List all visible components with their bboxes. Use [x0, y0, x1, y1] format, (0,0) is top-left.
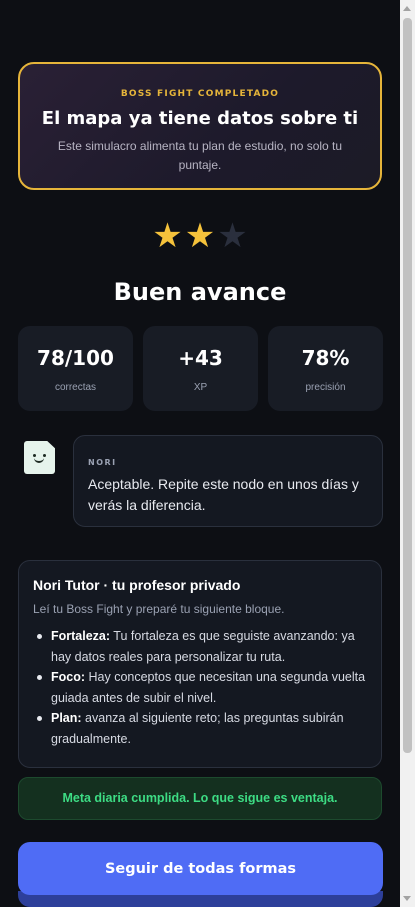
continue-button[interactable]: Seguir de todas formas	[18, 842, 383, 895]
tutor-item-focus: Foco: Hay conceptos que necesitan una se…	[33, 667, 367, 708]
tutor-title: Nori Tutor · tu profesor privado	[33, 577, 241, 593]
tutor-item-label: Fortaleza:	[51, 629, 111, 643]
stat-card-precision: 78% precisión	[268, 326, 383, 411]
tutor-item-plan: Plan: avanza al siguiente reto; las preg…	[33, 708, 367, 749]
nori-message: Aceptable. Repite este nodo en unos días…	[88, 476, 359, 513]
scrollbar-thumb[interactable]	[403, 18, 412, 753]
banner-kicker: BOSS FIGHT COMPLETADO	[120, 89, 280, 99]
stat-value: +43	[178, 346, 223, 370]
tutor-item-label: Plan:	[51, 711, 82, 725]
completion-banner: BOSS FIGHT COMPLETADO El mapa ya tiene d…	[18, 62, 382, 190]
tutor-item-text: avanza al siguiente reto; las preguntas …	[51, 711, 344, 746]
tutor-card: Nori Tutor · tu profesor privado Leí tu …	[18, 560, 382, 768]
star-rating: ★★★	[0, 218, 400, 254]
tutor-list: Fortaleza: Tu fortaleza es que seguiste …	[33, 626, 367, 749]
nori-message-bubble: NORI Aceptable. Repite este nodo en unos…	[73, 435, 383, 527]
scroll-down-arrow-icon[interactable]	[403, 896, 411, 901]
stat-card-xp: +43 XP	[143, 326, 258, 411]
nori-eye-icon	[43, 454, 46, 457]
nori-mouth-icon	[34, 458, 44, 463]
tutor-item-strength: Fortaleza: Tu fortaleza es que seguiste …	[33, 626, 367, 667]
tutor-item-text: Hay conceptos que necesitan una segunda …	[51, 670, 366, 705]
nori-name: NORI	[88, 458, 117, 467]
results-screen: BOSS FIGHT COMPLETADO El mapa ya tiene d…	[0, 0, 400, 907]
stat-label: correctas	[54, 382, 97, 393]
result-title: Buen avance	[113, 278, 287, 306]
star-empty-icon: ★	[217, 216, 248, 256]
tutor-subtitle: Leí tu Boss Fight y preparé tu siguiente…	[33, 602, 285, 616]
nori-avatar-icon	[24, 441, 55, 474]
daily-goal-banner: Meta diaria cumplida. Lo que sigue es ve…	[18, 777, 382, 820]
scrollbar[interactable]	[400, 0, 415, 907]
stat-value: 78/100	[37, 346, 114, 370]
stat-value: 78%	[301, 346, 350, 370]
banner-subtitle: Este simulacro alimenta tu plan de estud…	[57, 139, 343, 172]
scroll-up-arrow-icon[interactable]	[403, 6, 411, 11]
stat-label: precisión	[305, 382, 346, 393]
stat-label: XP	[193, 382, 208, 393]
banner-title: El mapa ya tiene datos sobre ti	[41, 108, 359, 129]
nori-eye-icon	[33, 454, 36, 457]
star-filled-icon: ★	[152, 216, 183, 256]
tutor-item-label: Foco:	[51, 670, 86, 684]
stat-card-correct: 78/100 correctas	[18, 326, 133, 411]
star-filled-icon: ★	[184, 216, 216, 256]
